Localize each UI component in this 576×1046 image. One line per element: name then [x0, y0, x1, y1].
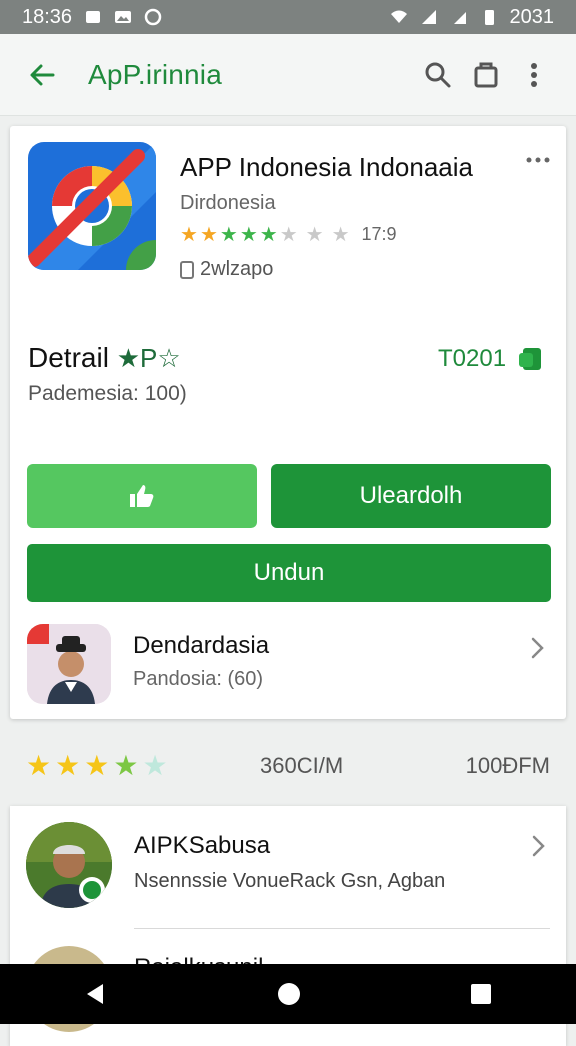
promo-subtitle: Pandosia: (60)	[133, 668, 264, 690]
summary-row: ★ ★ ★ ★ ★ 360CI/M 100ÐFM	[26, 748, 550, 784]
star-empty-icon: ★	[305, 223, 324, 246]
back-arrow-icon	[30, 64, 55, 85]
wifi-icon	[390, 10, 407, 23]
content-rating-label: 2wlzapo	[200, 258, 274, 280]
action-button-row: Uleardolh	[27, 464, 551, 528]
status-battery-text: 2031	[509, 5, 555, 28]
star-empty-icon: ★	[142, 750, 168, 781]
like-button[interactable]	[27, 464, 257, 528]
status-time: 18:36	[22, 5, 73, 28]
list-item-avatar	[26, 822, 112, 908]
battery-icon	[484, 10, 494, 25]
nav-recents-icon[interactable]	[469, 982, 493, 1006]
nav-home-icon[interactable]	[275, 980, 303, 1008]
nav-back-icon[interactable]	[83, 981, 109, 1007]
star-icon: ★	[84, 750, 110, 781]
star-icon: ★	[180, 223, 198, 246]
summary-stars: ★ ★ ★ ★ ★	[26, 752, 168, 780]
star-icon: ★	[199, 223, 218, 246]
star-empty-icon: ★	[331, 223, 350, 246]
app-detail-card: APP Indonesia Indonaaia Dirdonesia ★ ★ ★…	[10, 126, 566, 719]
star-icon: ★	[239, 223, 258, 246]
star-icon: ★	[259, 223, 278, 246]
promo-row[interactable]: Dendardasia Pandosia: (60)	[27, 624, 551, 704]
chevron-right-icon	[532, 835, 545, 857]
star-empty-icon: ★	[279, 223, 298, 246]
sync-icon	[144, 8, 162, 26]
price: T0201	[438, 344, 546, 374]
status-bar: 18:36 2031	[0, 0, 576, 34]
person-avatar-icon	[26, 822, 112, 908]
star-icon: ★	[26, 750, 52, 781]
thumbs-up-icon	[130, 485, 154, 507]
detail-title: Detrail ★P☆	[28, 342, 181, 374]
star-icon: ★	[219, 223, 238, 246]
app-bar: ApP.irinnia	[0, 34, 576, 116]
detail-title-text: Detrail	[28, 342, 109, 373]
promo-title: Dendardasia	[133, 632, 270, 659]
list-item-subtitle: Nsennssie VonueRack Gsn, Agban	[134, 870, 446, 892]
chevron-right-icon	[531, 637, 544, 659]
install-button[interactable]: Undun	[27, 544, 551, 602]
summary-right-text: 100ÐFM	[465, 753, 550, 778]
developer-name[interactable]: Dirdonesia	[180, 192, 276, 215]
promo-thumbnail	[27, 624, 111, 704]
signal-secondary-icon	[453, 12, 466, 24]
search-icon	[425, 62, 451, 87]
detail-subtitle: Pademesia: 100)	[28, 382, 187, 405]
library-button[interactable]	[462, 51, 510, 99]
content-rating: 2wlzapo	[180, 258, 273, 281]
card-menu-icon[interactable]	[524, 150, 552, 170]
back-button[interactable]	[18, 51, 66, 99]
list-item[interactable]: AIPKSabusa Nsennssie VonueRack Gsn, Agba…	[10, 806, 566, 929]
app-logo-icon	[28, 142, 156, 270]
app-name: APP Indonesia Indonaaia	[180, 152, 473, 182]
price-value: T0201	[438, 345, 507, 372]
notification-icon	[86, 11, 101, 23]
app-bar-title: ApP.irinnia	[88, 58, 222, 90]
list-divider	[134, 928, 550, 929]
content-rating-icon	[180, 260, 194, 279]
rating-row: ★ ★ ★ ★ ★ ★ ★ ★ 17:9	[180, 224, 397, 245]
detail-title-suffix: ★P☆	[116, 343, 181, 373]
star-icon: ★	[55, 750, 81, 781]
rating-count: 17:9	[361, 224, 397, 244]
system-navigation-bar	[0, 964, 576, 1024]
star-icon: ★	[113, 750, 139, 781]
search-button[interactable]	[414, 51, 462, 99]
overflow-menu-icon	[531, 62, 537, 87]
upgrade-button[interactable]: Uleardolh	[271, 464, 551, 528]
list-item-title: AIPKSabusa	[134, 832, 271, 859]
app-icon	[28, 142, 156, 270]
more-options-button[interactable]	[510, 51, 558, 99]
person-avatar-icon	[27, 624, 111, 704]
wallet-icon	[519, 348, 542, 370]
summary-mid-text: 360CI/M	[260, 753, 344, 778]
library-icon	[474, 62, 498, 87]
image-icon	[115, 11, 132, 23]
signal-icon	[421, 10, 436, 24]
